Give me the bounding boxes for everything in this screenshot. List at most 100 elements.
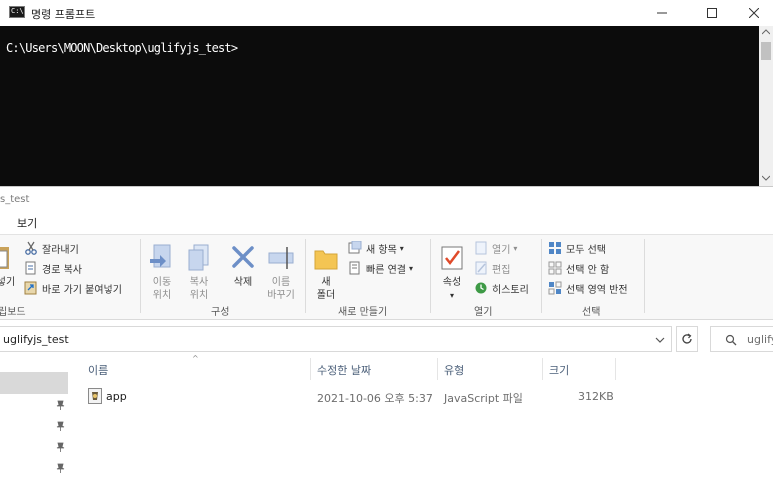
copy-path-button[interactable]: 경로 복사 [24, 259, 82, 277]
cut-label: 잘라내기 [42, 244, 79, 256]
copy-to-label-2: 위치 [189, 290, 209, 301]
column-header-modified[interactable]: 수정한 날짜 [317, 362, 371, 378]
new-folder-label-2: 폴더 [316, 290, 336, 301]
address-bar[interactable]: uglifyjs_test [0, 326, 672, 352]
easy-access-icon [349, 261, 360, 275]
invert-selection-button[interactable]: 선택 영역 반전 [548, 279, 628, 297]
console-prompt-line: C:\Users\MOON\Desktop\uglifyjs_test> [6, 41, 238, 55]
cmd-icon-text: C:\ [11, 7, 24, 15]
edit-label: 편집 [492, 264, 511, 276]
edit-button[interactable]: 편집 [474, 259, 510, 277]
group-divider [305, 239, 306, 313]
file-type: JavaScript 파일 [444, 392, 523, 405]
scroll-down-icon[interactable] [762, 175, 770, 181]
chevron-down-icon: ▾ [408, 263, 413, 273]
paste-button[interactable]: 넣기 [0, 245, 16, 289]
history-button[interactable]: 히스토리 [474, 279, 529, 297]
search-placeholder: uglify [747, 333, 773, 346]
window-title: 명령 프롬프트 [31, 8, 96, 21]
delete-button[interactable]: 삭제 [228, 243, 258, 289]
close-icon [749, 8, 759, 18]
sort-ascending-icon: ^ [192, 354, 199, 363]
group-divider [140, 239, 141, 313]
select-group-label: 선택 [582, 307, 601, 318]
new-folder-button[interactable]: 새 폴더 [312, 243, 340, 302]
rename-button[interactable]: 이름 바꾸기 [264, 243, 298, 302]
select-none-label: 선택 안 함 [566, 264, 610, 276]
menu-view-tab[interactable]: 보기 [17, 215, 37, 231]
maximize-button[interactable] [695, 0, 729, 26]
paste-shortcut-button[interactable]: 바로 가기 붙여넣기 [24, 279, 122, 297]
address-path: uglifyjs_test [3, 333, 69, 346]
properties-button[interactable]: 속성 ▾ [437, 243, 467, 302]
scroll-up-icon[interactable] [762, 29, 770, 35]
ribbon: 넣기 잘라내기 경로 복사 바로 가기 붙여넣기 립보드 이동 위치 복사 위치… [0, 234, 773, 320]
explorer-titlebar[interactable]: s_test [0, 186, 773, 208]
chevron-down-icon: ▾ [513, 243, 518, 253]
delete-x-icon [232, 246, 254, 268]
search-input[interactable]: uglify [710, 326, 773, 352]
new-folder-label-1: 새 [321, 277, 331, 288]
edit-icon [475, 261, 487, 275]
scrollbar-thumb[interactable] [761, 42, 771, 60]
open-button[interactable]: 열기 ▾ [474, 239, 517, 257]
minimize-icon [657, 12, 667, 14]
column-header-name[interactable]: 이름 [88, 362, 108, 378]
minimize-button[interactable] [645, 0, 679, 26]
column-divider[interactable] [542, 358, 543, 380]
chevron-down-icon[interactable] [655, 335, 665, 345]
navigation-pane [0, 354, 72, 479]
group-divider [644, 239, 645, 313]
cmd-app-icon: C:\ [9, 6, 25, 18]
select-none-icon [548, 261, 562, 275]
invert-selection-label: 선택 영역 반전 [566, 284, 628, 296]
new-item-icon [348, 241, 362, 254]
chevron-down-icon: ▾ [399, 243, 404, 253]
column-header-size[interactable]: 크기 [549, 362, 569, 378]
chevron-down-icon: ▾ [449, 291, 454, 300]
scissors-icon [25, 241, 37, 255]
copy-to-button[interactable]: 복사 위치 [184, 243, 214, 302]
pin-icon[interactable] [56, 442, 65, 452]
invert-selection-icon [548, 281, 562, 295]
select-none-button[interactable]: 선택 안 함 [548, 259, 609, 277]
console-area[interactable]: C:\Users\MOON\Desktop\uglifyjs_test> [0, 26, 759, 186]
file-explorer-window: s_test 보기 넣기 잘라내기 경로 복사 바로 가기 붙여넣기 립보드 이… [0, 186, 773, 479]
select-all-label: 모두 선택 [566, 244, 606, 256]
paste-shortcut-icon [24, 281, 37, 295]
new-item-button[interactable]: 새 항목 ▾ [348, 239, 404, 257]
clipboard-group-label: 립보드 [0, 307, 26, 318]
open-group-label: 열기 [474, 307, 493, 318]
paste-icon [0, 247, 9, 269]
command-prompt-window: C:\ 명령 프롬프트 C:\Users\MOON\Desktop\uglify… [0, 0, 773, 187]
column-header-type[interactable]: 유형 [444, 362, 464, 378]
pin-icon[interactable] [56, 400, 65, 410]
cmd-titlebar[interactable]: C:\ 명령 프롬프트 [0, 0, 773, 26]
column-divider[interactable] [615, 358, 616, 380]
close-button[interactable] [737, 0, 771, 26]
new-group-label: 새로 만들기 [338, 307, 388, 318]
column-divider[interactable] [437, 358, 438, 380]
rename-label-1: 이름 [271, 277, 291, 288]
move-to-button[interactable]: 이동 위치 [147, 243, 177, 302]
pin-icon[interactable] [56, 463, 65, 473]
explorer-menubar: 보기 [0, 210, 773, 234]
move-to-label-2: 위치 [152, 290, 172, 301]
file-list: ^ 이름 수정한 날짜 유형 크기 app 2021-10-06 오후 5:37… [82, 354, 773, 479]
pin-icon[interactable] [56, 421, 65, 431]
cut-button[interactable]: 잘라내기 [24, 239, 79, 257]
file-size: 312KB [578, 390, 614, 403]
delete-label: 삭제 [233, 277, 253, 288]
nav-selected-item[interactable] [0, 372, 68, 394]
vertical-scrollbar[interactable] [759, 26, 773, 186]
easy-access-button[interactable]: 빠른 연결 ▾ [348, 259, 413, 277]
column-divider[interactable] [310, 358, 311, 380]
search-icon [725, 334, 737, 346]
open-icon [475, 241, 487, 255]
refresh-button[interactable] [676, 326, 698, 352]
easy-access-label: 빠른 연결 [366, 264, 406, 276]
copy-to-label-1: 복사 [189, 277, 209, 288]
copy-path-icon [25, 261, 36, 275]
select-all-button[interactable]: 모두 선택 [548, 239, 606, 257]
new-item-label: 새 항목 [366, 244, 397, 256]
